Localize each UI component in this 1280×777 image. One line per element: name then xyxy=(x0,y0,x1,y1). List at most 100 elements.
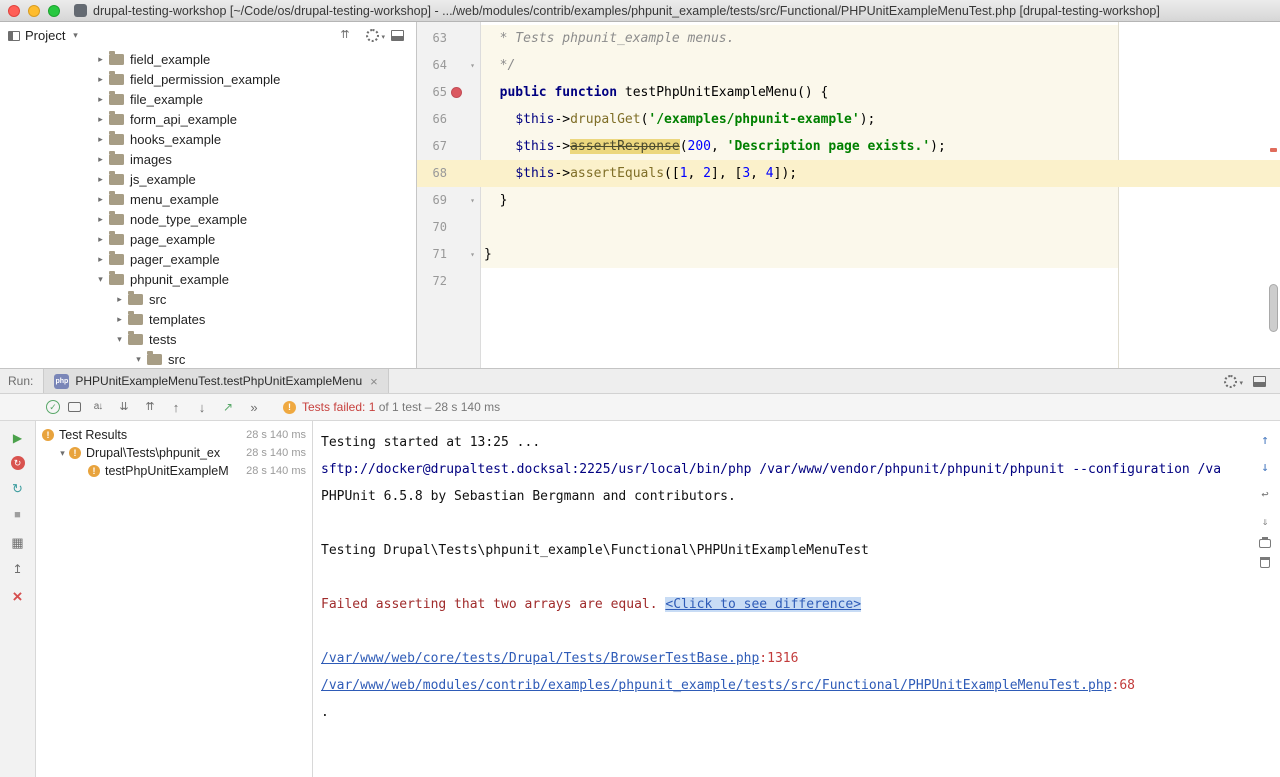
run-tab[interactable]: php PHPUnitExampleMenuTest.testPhpUnitEx… xyxy=(43,369,388,393)
gutter-cell[interactable]: 66 xyxy=(417,106,481,133)
toggle-auto-test-icon[interactable] xyxy=(68,402,81,412)
line-number[interactable]: 65 xyxy=(419,79,447,106)
fold-icon[interactable]: ▾ xyxy=(470,62,475,70)
gutter-cell[interactable]: 65 xyxy=(417,79,481,106)
hide-panel-icon[interactable] xyxy=(391,30,404,41)
project-tree-item[interactable]: ▾src xyxy=(0,349,416,368)
gutter-cell[interactable]: 68 xyxy=(417,160,481,187)
chevron-right-icon[interactable]: ▸ xyxy=(94,74,107,85)
gutter-cell[interactable]: 64▾ xyxy=(417,52,481,79)
line-number[interactable]: 68 xyxy=(419,160,447,187)
expand-all-icon[interactable] xyxy=(115,398,133,416)
chevron-right-icon[interactable]: ▸ xyxy=(94,194,107,205)
run-icon[interactable] xyxy=(9,429,27,447)
settings-gear-icon[interactable] xyxy=(366,29,379,42)
code-line[interactable]: 63 * Tests phpunit_example menus. xyxy=(417,25,1280,52)
toggle-auto-test-strip-icon[interactable] xyxy=(9,479,27,497)
collapse-all-icon[interactable] xyxy=(336,27,354,45)
project-tree-item[interactable]: ▸templates xyxy=(0,309,416,329)
next-failed-test-icon[interactable] xyxy=(193,398,211,416)
line-number[interactable]: 70 xyxy=(419,214,447,241)
previous-failed-test-icon[interactable] xyxy=(167,398,185,416)
code-line[interactable]: 66 $this->drupalGet('/examples/phpunit-e… xyxy=(417,106,1280,133)
code-line[interactable]: 71▾} xyxy=(417,241,1280,268)
code-text[interactable]: $this->drupalGet('/examples/phpunit-exam… xyxy=(481,106,875,133)
editor[interactable]: 63 * Tests phpunit_example menus.64▾ */6… xyxy=(417,22,1280,368)
code-line[interactable]: 70 xyxy=(417,214,1280,241)
chevron-right-icon[interactable]: ▸ xyxy=(94,254,107,265)
gutter-cell[interactable]: 63 xyxy=(417,25,481,52)
code-text[interactable] xyxy=(481,268,484,295)
code-text[interactable] xyxy=(481,214,484,241)
chevron-right-icon[interactable]: ▸ xyxy=(94,54,107,65)
code-text[interactable]: */ xyxy=(481,52,515,79)
fold-icon[interactable]: ▾ xyxy=(470,251,475,259)
project-tree-item[interactable]: ▸src xyxy=(0,289,416,309)
minimize-window-button[interactable] xyxy=(28,5,40,17)
chevron-right-icon[interactable]: ▸ xyxy=(94,114,107,125)
project-tree-item[interactable]: ▸pager_example xyxy=(0,249,416,269)
code-text[interactable]: * Tests phpunit_example menus. xyxy=(481,25,734,52)
editor-scrollbar-thumb[interactable] xyxy=(1269,284,1278,332)
code-line[interactable]: 72 xyxy=(417,268,1280,295)
line-number[interactable]: 72 xyxy=(419,268,447,295)
project-tree-item[interactable]: ▸field_example xyxy=(0,49,416,69)
settings-gear-icon[interactable] xyxy=(1224,375,1237,388)
project-tree-item[interactable]: ▸page_example xyxy=(0,229,416,249)
code-line[interactable]: 64▾ */ xyxy=(417,52,1280,79)
rerun-failed-tests-icon[interactable] xyxy=(11,456,25,470)
chevron-right-icon[interactable]: ▸ xyxy=(113,294,126,305)
project-tree-item[interactable]: ▾tests xyxy=(0,329,416,349)
line-number[interactable]: 69 xyxy=(419,187,447,214)
code-text[interactable]: public function testPhpUnitExampleMenu()… xyxy=(481,79,828,106)
code-text[interactable]: $this->assertResponse(200, 'Description … xyxy=(481,133,946,160)
stop-icon[interactable] xyxy=(9,506,27,524)
fold-icon[interactable]: ▾ xyxy=(470,197,475,205)
soft-wrap-icon[interactable] xyxy=(1256,485,1274,503)
project-tree-item[interactable]: ▸js_example xyxy=(0,169,416,189)
restore-layout-icon[interactable] xyxy=(9,533,27,551)
project-panel-icon[interactable] xyxy=(8,31,20,41)
breakpoint-icon[interactable] xyxy=(451,87,462,98)
project-tree-item[interactable]: ▸field_permission_example xyxy=(0,69,416,89)
print-icon[interactable] xyxy=(1259,539,1271,548)
chevron-down-icon[interactable]: ▾ xyxy=(94,274,107,285)
project-tree-item[interactable]: ▸form_api_example xyxy=(0,109,416,129)
zoom-window-button[interactable] xyxy=(48,5,60,17)
close-icon[interactable]: × xyxy=(370,374,378,389)
test-tree-item[interactable]: ▾!Drupal\Tests\phpunit_ex28 s 140 ms xyxy=(36,444,312,462)
chevron-right-icon[interactable]: ▸ xyxy=(94,214,107,225)
sort-alphabetically-icon[interactable] xyxy=(89,398,107,416)
test-tree-item[interactable]: !Test Results28 s 140 ms xyxy=(36,426,312,444)
gutter-cell[interactable]: 69 ▾ xyxy=(417,187,481,214)
chevron-down-icon[interactable]: ▾ xyxy=(113,334,126,345)
hide-panel-icon[interactable] xyxy=(1253,376,1266,387)
console[interactable]: Testing started at 13:25 ...sftp://docke… xyxy=(313,421,1280,777)
code-text[interactable]: } xyxy=(481,241,492,268)
chevron-down-icon[interactable]: ▾ xyxy=(70,30,80,41)
chevron-right-icon[interactable]: ▸ xyxy=(94,154,107,165)
chevron-down-icon[interactable]: ▾ xyxy=(56,448,69,459)
clear-all-icon[interactable] xyxy=(1260,557,1270,568)
console-link[interactable]: /var/www/web/core/tests/Drupal/Tests/Bro… xyxy=(321,651,759,666)
close-window-button[interactable] xyxy=(8,5,20,17)
gutter-cell[interactable]: 72 xyxy=(417,268,481,295)
test-tree-item[interactable]: !testPhpUnitExampleM28 s 140 ms xyxy=(36,462,312,480)
chevron-right-icon[interactable]: ▸ xyxy=(94,134,107,145)
code-line[interactable]: 68 $this->assertEquals([1, 2], [3, 4]); xyxy=(417,160,1280,187)
line-number[interactable]: 67 xyxy=(419,133,447,160)
console-link[interactable]: /var/www/web/modules/contrib/examples/ph… xyxy=(321,678,1112,693)
close-icon[interactable] xyxy=(9,587,27,605)
scroll-to-end-icon[interactable] xyxy=(1256,512,1274,530)
project-tree-item[interactable]: ▸images xyxy=(0,149,416,169)
project-tree-item[interactable]: ▸menu_example xyxy=(0,189,416,209)
more-icon[interactable] xyxy=(245,398,263,416)
test-history-icon[interactable] xyxy=(219,398,237,416)
collapse-all2-icon[interactable] xyxy=(141,398,159,416)
gutter-cell[interactable]: 67 xyxy=(417,133,481,160)
project-tree-item[interactable]: ▸hooks_example xyxy=(0,129,416,149)
code-text[interactable]: } xyxy=(481,187,507,214)
gutter-cell[interactable]: 71▾ xyxy=(417,241,481,268)
project-panel-title[interactable]: Project xyxy=(25,28,65,43)
chevron-down-icon[interactable]: ▾ xyxy=(132,354,145,365)
